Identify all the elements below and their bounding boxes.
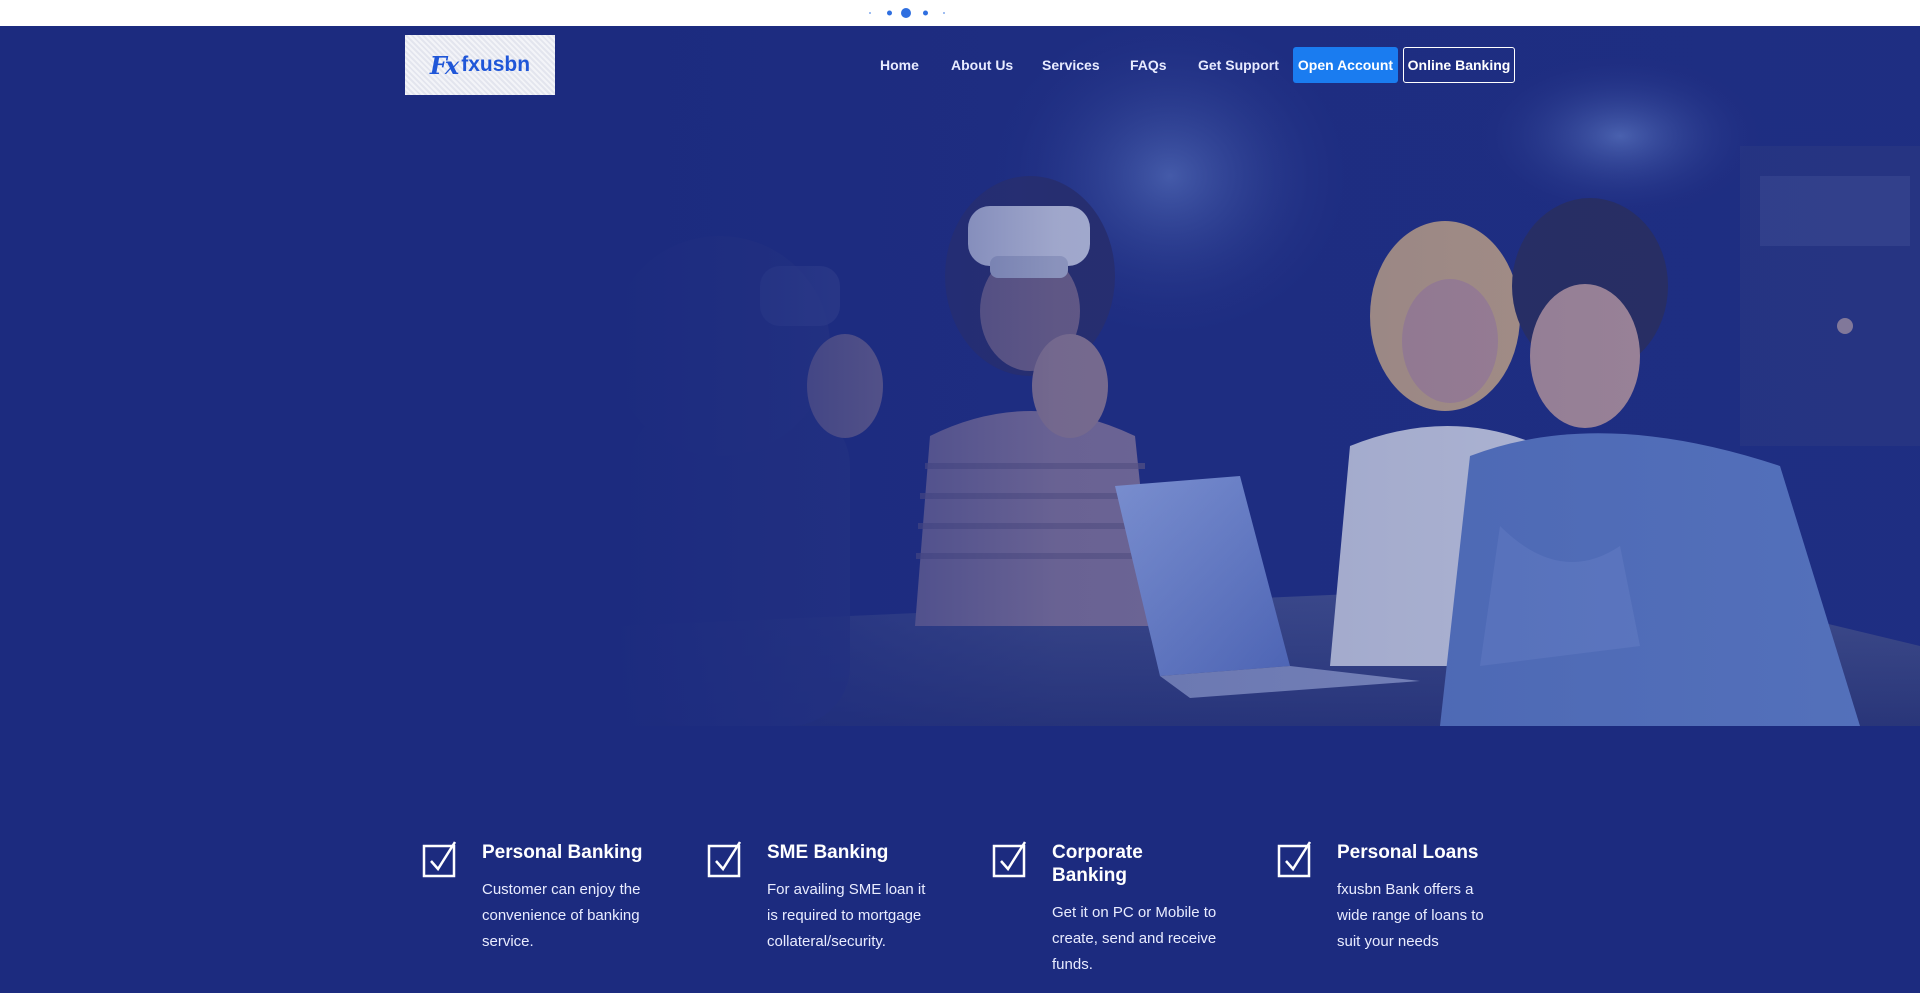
hero-overlay	[0, 26, 1920, 726]
services-section	[0, 726, 1920, 993]
service-description: Customer can enjoy the convenience of ba…	[482, 881, 641, 950]
logo-text: fxusbn	[461, 53, 531, 76]
top-strip	[0, 0, 1920, 26]
checkbox-icon	[992, 841, 1027, 878]
nav-home[interactable]: Home	[880, 57, 919, 73]
nav-about-us[interactable]: About Us	[951, 57, 1013, 73]
checkbox-icon	[707, 841, 742, 878]
service-description: fxusbn Bank offers a wide range of loans…	[1337, 881, 1484, 950]
service-description: Get it on PC or Mobile to create, send a…	[1052, 904, 1217, 973]
nav-faqs[interactable]: FAQs	[1130, 57, 1167, 73]
service-title: SME Banking	[767, 842, 889, 863]
online-banking-button[interactable]: Online Banking	[1403, 47, 1515, 83]
hero-banner	[0, 26, 1920, 726]
logo-mark: Fx	[429, 50, 459, 80]
service-title: Corporate Banking	[1052, 842, 1143, 886]
loading-dots-icon	[865, 6, 951, 20]
checkbox-icon	[422, 841, 457, 878]
service-title: Personal Banking	[482, 842, 643, 863]
open-account-button[interactable]: Open Account	[1293, 47, 1398, 83]
service-description: For availing SME loan it is required to …	[767, 881, 926, 950]
checkbox-icon	[1277, 841, 1312, 878]
site-logo[interactable]: Fx fxusbn	[405, 35, 555, 95]
nav-get-support[interactable]: Get Support	[1198, 57, 1279, 73]
nav-services[interactable]: Services	[1042, 57, 1100, 73]
service-title: Personal Loans	[1337, 842, 1479, 863]
